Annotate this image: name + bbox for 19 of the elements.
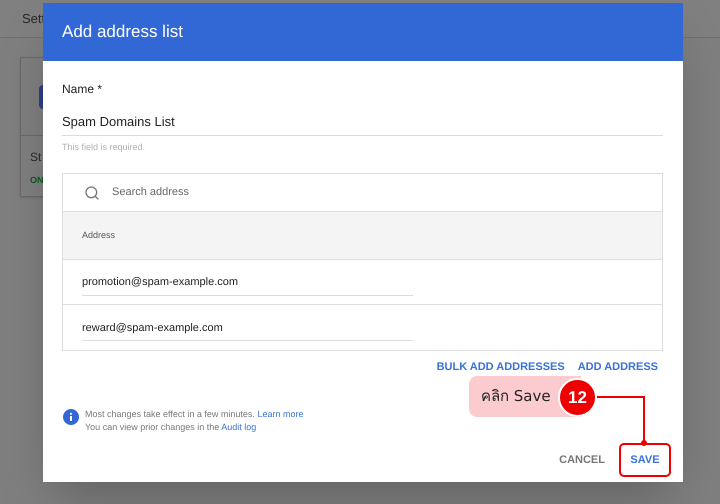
action-link[interactable]: ADD ADDRESS (578, 359, 658, 376)
action-link[interactable]: BULK ADD ADDRESSES (436, 359, 565, 376)
name-field[interactable]: Spam Domains List (62, 112, 663, 136)
dialog-title: Add address list (62, 21, 183, 44)
status-label: St (30, 149, 42, 166)
info-icon (63, 408, 79, 424)
search-input[interactable]: Search address (112, 184, 641, 201)
address-field[interactable]: promotion@spam-example.com (82, 268, 413, 296)
search-icon (84, 184, 100, 200)
status-value: ON (30, 174, 44, 187)
save-button[interactable]: SAVE (623, 447, 667, 473)
column-header: Address (82, 228, 116, 242)
learn-more-link[interactable]: Learn more (257, 408, 304, 418)
field-label: Name * (62, 81, 104, 98)
audit-log-link[interactable]: Audit log (221, 422, 256, 432)
cancel-button[interactable]: CANCEL (559, 446, 605, 474)
helper-text: This field is required. (62, 140, 146, 154)
info-text: Most changes take effect in a few minutes. Learn more You can view prior changes in the Audit log (85, 408, 304, 434)
address-field[interactable]: reward@spam-example.com (82, 314, 413, 342)
